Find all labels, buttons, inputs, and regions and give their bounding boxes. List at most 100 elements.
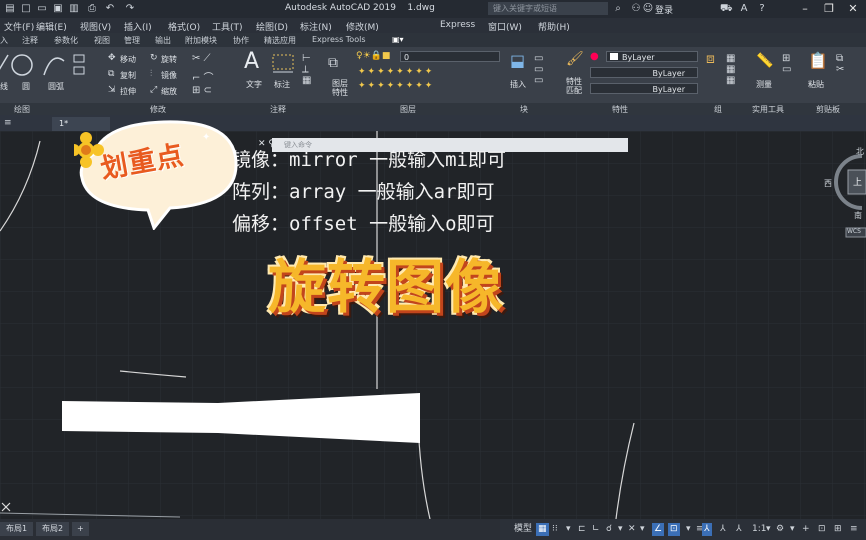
workspace-dropdown-icon[interactable]: ▾ <box>790 523 795 536</box>
view-cube-west[interactable]: 西 <box>824 178 832 189</box>
panel-group-label[interactable]: 组 <box>714 104 722 115</box>
layer-dropdown[interactable]: 0 <box>400 51 500 62</box>
menu-window[interactable]: 窗口(W) <box>488 20 522 33</box>
snap-icon[interactable]: ⁝⁝ <box>552 523 558 536</box>
menu-draw[interactable]: 绘图(D) <box>256 20 288 33</box>
copy-button[interactable]: 复制 <box>120 70 136 81</box>
menu-dimension[interactable]: 标注(N) <box>300 20 332 33</box>
annotation-scale-value[interactable]: 1:1 <box>752 523 766 536</box>
utility-tools-icon[interactable]: ⊞ ▭ <box>782 53 791 75</box>
layer-properties-button[interactable]: 图层 特性 <box>332 79 348 97</box>
polar-icon[interactable]: ☌ <box>606 523 612 536</box>
rotate-button[interactable]: 旋转 <box>161 54 177 65</box>
ortho-icon[interactable]: ∟ <box>592 523 600 536</box>
layout-tab-2[interactable]: 布局2 <box>36 522 70 536</box>
binoculars-icon[interactable]: ⚇ <box>630 3 642 15</box>
login-link[interactable]: 登录 <box>655 3 673 16</box>
tab-annotate[interactable]: 注释 <box>22 35 38 46</box>
mirror-button[interactable]: 镜像 <box>161 70 177 81</box>
group-tools-icon[interactable]: ▦ ▦ ▦ <box>726 53 735 86</box>
tab-featured-apps[interactable]: 精选应用 <box>264 35 296 46</box>
customize-icon[interactable]: ≡ <box>850 523 858 536</box>
panel-annotation-label[interactable]: 注释 <box>270 104 286 115</box>
start-tab-icon[interactable]: ≡ <box>4 118 12 128</box>
linetype-dropdown[interactable]: ByLayer <box>590 67 698 78</box>
insert-block-button[interactable]: 插入 <box>510 79 526 90</box>
menu-insert[interactable]: 插入(I) <box>124 20 152 33</box>
annotation-scale-icon[interactable]: ⅄ <box>736 523 742 536</box>
menu-express[interactable]: Express <box>440 20 475 30</box>
circle-button[interactable]: 圆 <box>22 81 30 92</box>
menu-help[interactable]: 帮助(H) <box>538 20 570 33</box>
menu-tools[interactable]: 工具(T) <box>212 20 243 33</box>
panel-modify-label[interactable]: 修改 <box>150 104 166 115</box>
tab-view[interactable]: 视图 <box>94 35 110 46</box>
view-cube-north[interactable]: 北 <box>856 146 864 157</box>
workspace-icon[interactable]: ⚙ <box>776 523 784 536</box>
panel-block-label[interactable]: 块 <box>520 104 528 115</box>
tab-manage[interactable]: 管理 <box>124 35 140 46</box>
arc-button[interactable]: 圆弧 <box>48 81 64 92</box>
tab-collaborate[interactable]: 协作 <box>233 35 249 46</box>
quick-properties-icon[interactable]: ⊞ <box>834 523 842 536</box>
fillet-icon[interactable]: ⌐ ⌒ <box>192 69 214 84</box>
osnap-track-icon[interactable]: ∠ <box>652 523 665 536</box>
tab-more-icon[interactable]: ▣▾ <box>392 35 404 44</box>
lineweight-dropdown[interactable]: ByLayer <box>590 83 698 94</box>
annotation-visibility-icon[interactable]: ⅄ <box>702 523 712 536</box>
match-properties-button[interactable]: 特性 匹配 <box>566 77 582 95</box>
array-icon[interactable]: ⊞ ⊂ <box>192 85 212 96</box>
annotation-tools-icon[interactable]: ⊢ ⟂ ▦ <box>302 53 311 86</box>
tab-output[interactable]: 输出 <box>155 35 171 46</box>
new-icon[interactable]: □ <box>20 3 32 15</box>
menu-file[interactable]: 文件(F) <box>4 20 34 33</box>
text-button[interactable]: 文字 <box>246 79 262 90</box>
annotation-monitor-icon[interactable]: + <box>802 523 810 536</box>
menu-format[interactable]: 格式(O) <box>168 20 200 33</box>
tab-insert[interactable]: 入 <box>0 35 8 46</box>
app-menu-icon[interactable]: ▤ <box>4 3 16 15</box>
group-icon[interactable]: ⧈ <box>706 51 715 67</box>
snap-dropdown-icon[interactable]: ▾ <box>566 523 571 536</box>
layout-tab-1[interactable]: 布局1 <box>0 522 34 536</box>
redo-icon[interactable]: ↷ <box>124 3 136 15</box>
view-cube-south[interactable]: 南 <box>854 210 862 221</box>
isodraft-icon[interactable]: ✕ <box>628 523 636 536</box>
move-button[interactable]: 移动 <box>120 54 136 65</box>
minimize-icon[interactable]: – <box>794 0 816 18</box>
polar-dropdown-icon[interactable]: ▾ <box>618 523 623 536</box>
clipboard-tools-icon[interactable]: ⧉ ✂ <box>836 53 844 75</box>
panel-properties-label[interactable]: 特性 <box>612 104 628 115</box>
model-space-button[interactable]: 模型 <box>514 523 532 536</box>
panel-utilities-label[interactable]: 实用工具 <box>752 104 784 115</box>
menu-view[interactable]: 视图(V) <box>80 20 111 33</box>
add-layout-icon[interactable]: + <box>72 522 89 536</box>
grid-toggle-icon[interactable]: ▦ <box>536 523 549 536</box>
color-dropdown[interactable]: ByLayer <box>606 51 698 62</box>
annotation-autoscale-icon[interactable]: ⅄ <box>720 523 726 536</box>
menu-edit[interactable]: 编辑(E) <box>36 20 67 33</box>
tab-addins[interactable]: 附加模块 <box>185 35 217 46</box>
trim-icon[interactable]: ✂ ⟋ <box>192 53 211 64</box>
isodraft-dropdown-icon[interactable]: ▾ <box>640 523 645 536</box>
maximize-icon[interactable]: ❐ <box>818 0 840 18</box>
stretch-button[interactable]: 拉伸 <box>120 86 136 97</box>
scale-dropdown-icon[interactable]: ▾ <box>766 523 771 536</box>
infer-icon[interactable]: ⊏ <box>578 523 586 536</box>
view-cube-top[interactable]: 上 <box>853 175 862 188</box>
units-icon[interactable]: ⊡ <box>818 523 826 536</box>
search-input[interactable]: 键入关键字或短语 <box>488 2 608 15</box>
panel-clipboard-label[interactable]: 剪贴板 <box>816 104 840 115</box>
open-icon[interactable]: ▭ <box>36 3 48 15</box>
print-icon[interactable]: ⎙ <box>86 3 98 15</box>
block-tools-icon[interactable]: ▭ ▭ ▭ <box>534 53 543 86</box>
osnap-dropdown-icon[interactable]: ▾ <box>686 523 691 536</box>
layer-tools-row2-icon[interactable]: ✦✦✦✦✦✦✦✦ <box>358 81 434 91</box>
cart-icon[interactable]: ⛟ <box>720 3 733 15</box>
dimension-button[interactable]: 标注 <box>274 79 290 90</box>
user-icon[interactable]: ☺ <box>642 3 654 15</box>
undo-icon[interactable]: ↶ <box>104 3 116 15</box>
layer-tools-row1-icon[interactable]: ✦✦✦✦✦✦✦✦ <box>358 67 434 77</box>
paste-button[interactable]: 粘贴 <box>808 79 824 90</box>
a360-icon[interactable]: A <box>738 3 750 15</box>
